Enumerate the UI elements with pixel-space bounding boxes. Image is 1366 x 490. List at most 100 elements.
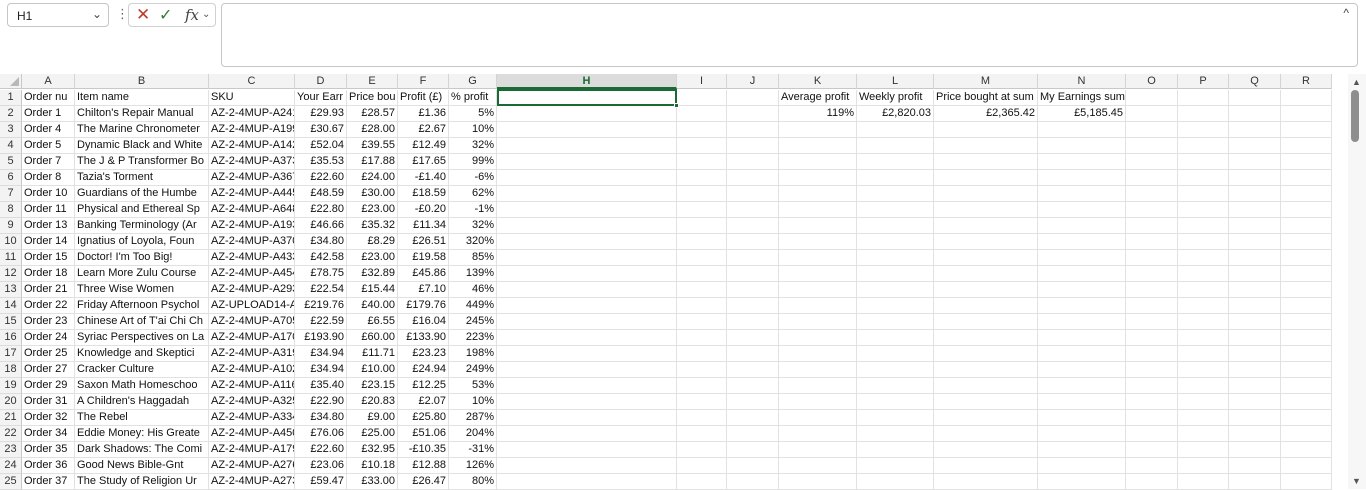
row-header-20[interactable]: 20: [0, 394, 22, 410]
empty-cell[interactable]: [1229, 106, 1281, 122]
data-cell[interactable]: Banking Terminology (Ar: [75, 218, 209, 234]
data-cell[interactable]: £25.80: [398, 410, 449, 426]
data-cell[interactable]: £12.88: [398, 458, 449, 474]
data-cell[interactable]: 204%: [449, 426, 497, 442]
data-cell[interactable]: AZ-2-4MUP-A116: [209, 378, 295, 394]
data-cell[interactable]: 139%: [449, 266, 497, 282]
data-cell[interactable]: -£10.35: [398, 442, 449, 458]
empty-cell[interactable]: [934, 426, 1038, 442]
data-cell[interactable]: £30.67: [295, 122, 347, 138]
data-cell[interactable]: 223%: [449, 330, 497, 346]
data-cell[interactable]: Order 15: [22, 250, 75, 266]
data-cell[interactable]: Order 7: [22, 154, 75, 170]
data-cell[interactable]: AZ-2-4MUP-A142: [209, 138, 295, 154]
data-cell[interactable]: £23.00: [347, 202, 398, 218]
empty-cell[interactable]: [857, 330, 934, 346]
empty-cell[interactable]: [1038, 426, 1126, 442]
data-cell[interactable]: £46.66: [295, 218, 347, 234]
empty-cell[interactable]: [1038, 202, 1126, 218]
data-cell[interactable]: £22.60: [295, 442, 347, 458]
data-cell[interactable]: £17.65: [398, 154, 449, 170]
empty-cell[interactable]: [1281, 362, 1332, 378]
empty-cell[interactable]: [1229, 346, 1281, 362]
empty-cell[interactable]: [727, 138, 779, 154]
empty-cell[interactable]: [727, 250, 779, 266]
empty-cell[interactable]: [677, 154, 727, 170]
empty-cell[interactable]: [1126, 346, 1178, 362]
empty-cell[interactable]: [857, 474, 934, 490]
column-header-k[interactable]: K: [779, 74, 857, 89]
empty-cell[interactable]: [497, 426, 677, 442]
data-cell[interactable]: 10%: [449, 122, 497, 138]
data-cell[interactable]: £19.58: [398, 250, 449, 266]
empty-cell[interactable]: [1178, 298, 1229, 314]
empty-cell[interactable]: [727, 122, 779, 138]
empty-cell[interactable]: [934, 298, 1038, 314]
row-header-7[interactable]: 7: [0, 186, 22, 202]
empty-cell[interactable]: [1178, 186, 1229, 202]
data-cell[interactable]: £26.51: [398, 234, 449, 250]
data-cell[interactable]: 449%: [449, 298, 497, 314]
empty-cell[interactable]: [497, 442, 677, 458]
data-cell[interactable]: 245%: [449, 314, 497, 330]
enter-icon[interactable]: ✓: [159, 5, 172, 25]
empty-cell[interactable]: [1126, 218, 1178, 234]
empty-cell[interactable]: [1281, 394, 1332, 410]
data-cell[interactable]: £22.59: [295, 314, 347, 330]
empty-cell[interactable]: [1281, 458, 1332, 474]
data-cell[interactable]: £29.93: [295, 106, 347, 122]
empty-cell[interactable]: [1178, 458, 1229, 474]
data-cell[interactable]: Doctor! I'm Too Big!: [75, 250, 209, 266]
data-cell[interactable]: 32%: [449, 218, 497, 234]
chevron-down-icon[interactable]: ⌄: [202, 9, 210, 20]
data-cell[interactable]: AZ-UPLOAD14-A: [209, 298, 295, 314]
data-cell[interactable]: £60.00: [347, 330, 398, 346]
data-cell[interactable]: £28.57: [347, 106, 398, 122]
empty-cell[interactable]: [677, 330, 727, 346]
empty-cell[interactable]: [497, 202, 677, 218]
empty-cell[interactable]: [1229, 378, 1281, 394]
column-header-b[interactable]: B: [75, 74, 209, 89]
data-cell[interactable]: £34.94: [295, 362, 347, 378]
empty-cell[interactable]: [1178, 314, 1229, 330]
data-cell[interactable]: £35.40: [295, 378, 347, 394]
data-cell[interactable]: £8.29: [347, 234, 398, 250]
data-cell[interactable]: £10.00: [347, 362, 398, 378]
empty-cell[interactable]: [934, 346, 1038, 362]
data-cell[interactable]: 10%: [449, 394, 497, 410]
empty-cell[interactable]: [1281, 298, 1332, 314]
empty-cell[interactable]: [1229, 186, 1281, 202]
row-header-9[interactable]: 9: [0, 218, 22, 234]
data-cell[interactable]: Order 13: [22, 218, 75, 234]
empty-cell[interactable]: [857, 298, 934, 314]
empty-cell[interactable]: [1038, 250, 1126, 266]
column-header-i[interactable]: I: [677, 74, 727, 89]
data-cell[interactable]: £9.00: [347, 410, 398, 426]
empty-cell[interactable]: [857, 266, 934, 282]
empty-cell[interactable]: [677, 234, 727, 250]
data-cell[interactable]: AZ-2-4MUP-A319: [209, 346, 295, 362]
data-cell[interactable]: The Study of Religion Ur: [75, 474, 209, 490]
empty-cell[interactable]: [934, 266, 1038, 282]
data-cell[interactable]: £22.90: [295, 394, 347, 410]
data-cell[interactable]: £28.00: [347, 122, 398, 138]
empty-cell[interactable]: [857, 346, 934, 362]
empty-cell[interactable]: [1038, 266, 1126, 282]
data-cell[interactable]: Eddie Money: His Greate: [75, 426, 209, 442]
data-cell[interactable]: £78.75: [295, 266, 347, 282]
header-cell-g[interactable]: % profit: [449, 90, 497, 106]
scroll-down-icon[interactable]: ▼: [1352, 476, 1361, 486]
empty-cell[interactable]: [677, 266, 727, 282]
empty-cell[interactable]: [1229, 330, 1281, 346]
data-cell[interactable]: Order 36: [22, 458, 75, 474]
data-cell[interactable]: -1%: [449, 202, 497, 218]
insert-function-icon[interactable]: fx: [185, 6, 199, 24]
empty-cell[interactable]: [779, 202, 857, 218]
empty-cell[interactable]: [779, 266, 857, 282]
select-all-button[interactable]: [0, 74, 22, 89]
data-cell[interactable]: £24.94: [398, 362, 449, 378]
empty-cell[interactable]: [779, 122, 857, 138]
data-cell[interactable]: £25.00: [347, 426, 398, 442]
row-header-1[interactable]: 1: [0, 90, 22, 106]
data-cell[interactable]: £76.06: [295, 426, 347, 442]
